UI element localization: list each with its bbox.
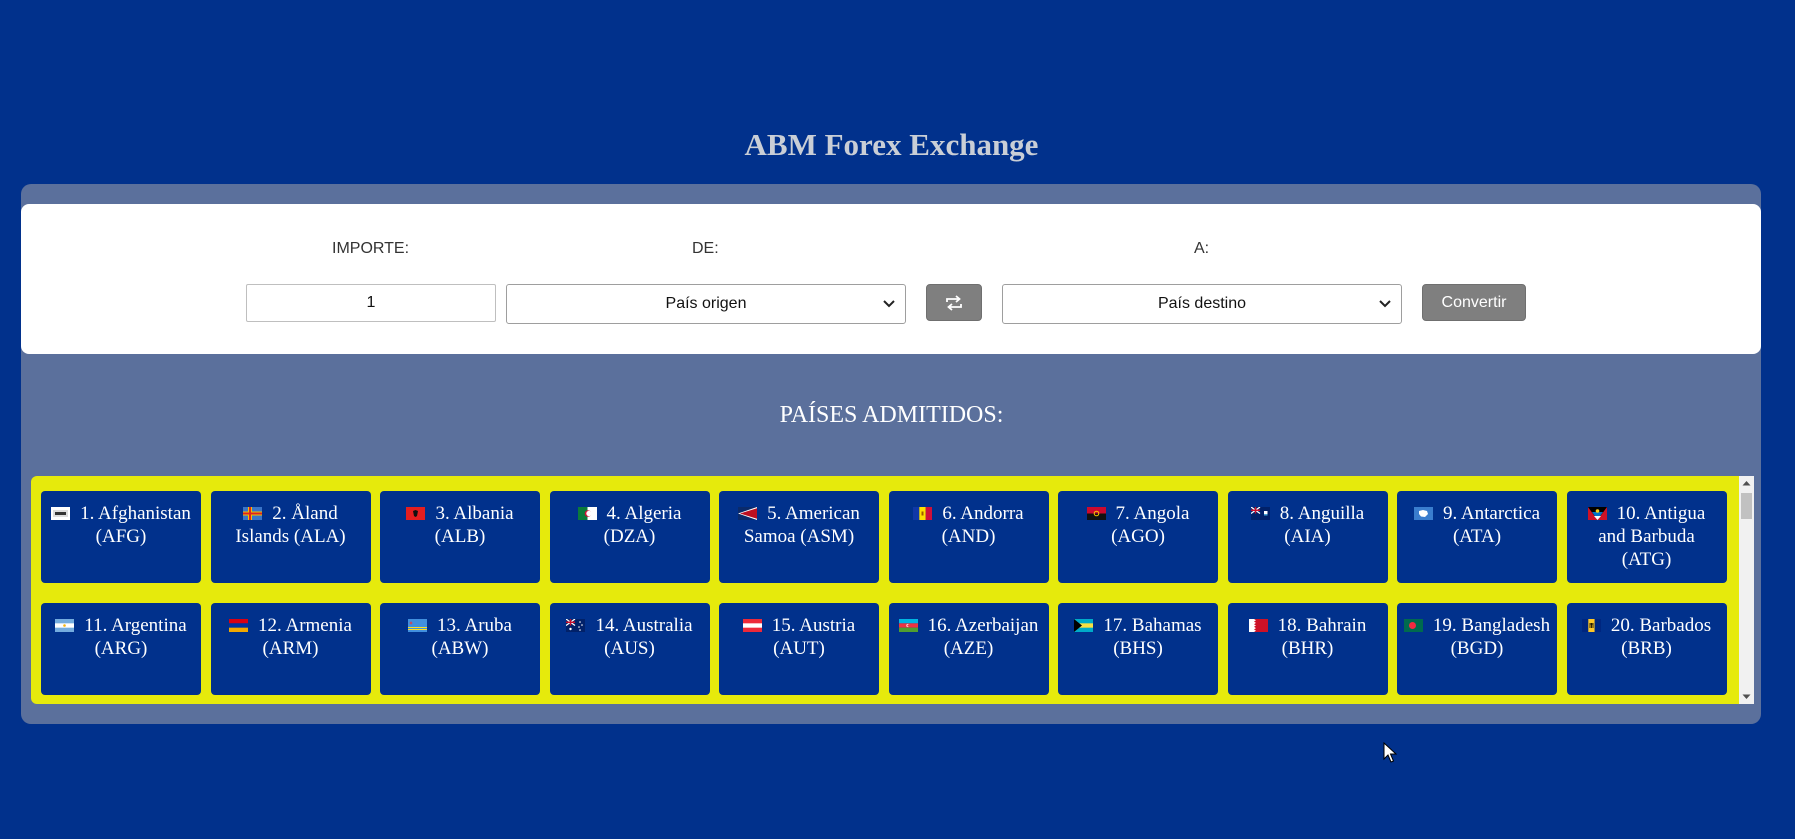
to-country-select[interactable]: País destino <box>1002 284 1402 324</box>
to-label: A: <box>1194 240 1210 257</box>
scroll-thumb[interactable] <box>1741 493 1752 519</box>
amount-input[interactable] <box>246 284 496 322</box>
flag-barbados-icon <box>1581 619 1601 632</box>
flag-aland-icon <box>243 507 263 520</box>
country-label: 4. Algeria (DZA) <box>603 503 682 547</box>
swap-arrows-icon <box>946 294 962 311</box>
country-label: 5. American Samoa (ASM) <box>743 503 860 547</box>
country-label: 8. Anguilla (AIA) <box>1279 503 1365 547</box>
country-label: 10. Antigua and Barbuda (ATG) <box>1598 503 1706 570</box>
flag-algeria-icon <box>577 507 597 520</box>
app-title: ABM Forex Exchange <box>744 127 1039 162</box>
mouse-cursor-icon <box>1383 742 1397 763</box>
scroll-down-arrow-icon[interactable] <box>1739 690 1754 704</box>
flag-albania-icon <box>406 507 426 520</box>
country-label: 14. Australia (AUS) <box>595 615 693 659</box>
flag-aruba-icon <box>408 619 428 632</box>
flag-american-samoa-icon <box>738 507 758 520</box>
country-card[interactable]: 17. Bahamas (BHS) <box>1058 603 1218 695</box>
country-card[interactable]: 9. Antarctica (ATA) <box>1397 491 1557 583</box>
country-card[interactable]: 6. Andorra (AND) <box>888 491 1049 583</box>
from-country-select[interactable]: País origen <box>506 284 906 324</box>
country-label: 20. Barbados (BRB) <box>1610 615 1712 659</box>
flag-anguilla-icon <box>1250 507 1270 520</box>
country-card[interactable]: 11. Argentina (ARG) <box>41 603 201 695</box>
flag-angola-icon <box>1086 507 1106 520</box>
country-card[interactable]: 14. Australia (AUS) <box>549 603 710 695</box>
country-card[interactable]: 20. Barbados (BRB) <box>1566 603 1727 695</box>
countries-grid: 1. Afghanistan (AFG) 2. Åland Islands (AL… <box>41 491 1731 695</box>
scroll-up-arrow-icon[interactable] <box>1739 476 1754 490</box>
country-label: 9. Antarctica (ATA) <box>1442 503 1541 547</box>
flag-bahrain-icon <box>1248 619 1268 632</box>
country-card[interactable]: 4. Algeria (DZA) <box>549 491 710 583</box>
chevron-down-icon <box>883 300 895 308</box>
flag-bahamas-icon <box>1074 619 1094 632</box>
to-country-select-value: País destino <box>1157 295 1247 312</box>
country-label: 18. Bahrain (BHR) <box>1277 615 1367 659</box>
country-card[interactable]: 16. Azerbaijan (AZE) <box>888 603 1049 695</box>
flag-andorra-icon <box>913 507 933 520</box>
from-country-select-value: País origen <box>665 295 747 312</box>
country-card[interactable]: 1. Afghanistan (AFG) <box>41 491 201 583</box>
page: ABM Forex Exchange IMPORTE: DE: A: País … <box>0 0 1795 839</box>
flag-antigua-icon <box>1587 507 1607 520</box>
country-card[interactable]: 7. Angola (AGO) <box>1058 491 1218 583</box>
country-card[interactable]: 19. Bangladesh (BGD) <box>1397 603 1557 695</box>
chevron-down-icon <box>1379 300 1391 308</box>
country-card[interactable]: 18. Bahrain (BHR) <box>1227 603 1388 695</box>
country-label: 11. Argentina (ARG) <box>84 615 187 659</box>
from-label: DE: <box>692 240 719 257</box>
country-label: 6. Andorra (AND) <box>941 503 1024 547</box>
country-card[interactable]: 15. Austria (AUT) <box>719 603 879 695</box>
flag-australia-icon <box>566 619 586 632</box>
country-card[interactable]: 3. Albania (ALB) <box>380 491 540 583</box>
country-label: 13. Aruba (ABW) <box>431 615 512 659</box>
country-card[interactable]: 13. Aruba (ABW) <box>380 603 540 695</box>
country-label: 3. Albania (ALB) <box>434 503 514 547</box>
country-card[interactable]: 12. Armenia (ARM) <box>210 603 371 695</box>
country-label: 16. Azerbaijan (AZE) <box>927 615 1039 659</box>
country-label: 1. Afghanistan (AFG) <box>80 503 191 547</box>
flag-austria-icon <box>742 619 762 632</box>
country-label: 7. Angola (AGO) <box>1111 503 1190 547</box>
flag-azerbaijan-icon <box>898 619 918 632</box>
amount-label: IMPORTE: <box>332 240 410 257</box>
flag-bangladesh-icon <box>1403 619 1423 632</box>
country-label: 19. Bangladesh (BGD) <box>1432 615 1551 659</box>
flag-armenia-icon <box>229 619 249 632</box>
country-card[interactable]: 5. American Samoa (ASM) <box>719 491 879 583</box>
countries-list[interactable]: 1. Afghanistan (AFG) 2. Åland Islands (AL… <box>31 476 1739 704</box>
countries-scrollbar[interactable] <box>1739 476 1754 704</box>
country-label: 17. Bahamas (BHS) <box>1103 615 1202 659</box>
converter-form: IMPORTE: DE: A: País origen País destino <box>21 204 1761 354</box>
country-card[interactable]: 10. Antigua and Barbuda (ATG) <box>1566 491 1727 583</box>
country-card[interactable]: 8. Anguilla (AIA) <box>1227 491 1388 583</box>
swap-button[interactable] <box>926 284 982 321</box>
country-label: 15. Austria (AUT) <box>771 615 856 659</box>
country-card[interactable]: 2. Åland Islands (ALA) <box>210 491 371 583</box>
country-label: 12. Armenia (ARM) <box>258 615 352 659</box>
supported-countries-title: PAÍSES ADMITIDOS: <box>779 402 1004 428</box>
flag-afghanistan-icon <box>51 507 71 520</box>
convert-button[interactable]: Convertir <box>1422 284 1526 321</box>
flag-argentina-icon <box>55 619 75 632</box>
flag-antarctica-icon <box>1413 507 1433 520</box>
